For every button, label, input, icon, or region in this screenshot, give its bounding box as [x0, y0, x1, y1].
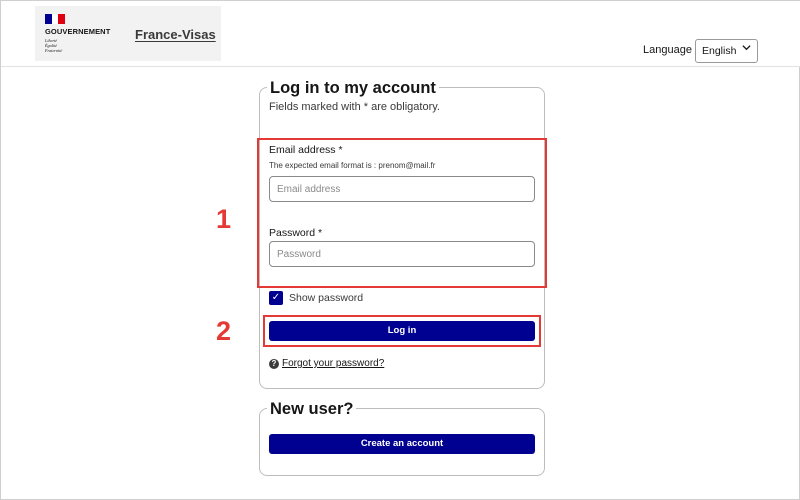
show-password-label[interactable]: Show password — [289, 292, 363, 304]
site-header: GOUVERNEMENT Liberté Égalité Fraternité … — [1, 1, 800, 67]
language-select[interactable]: English — [695, 39, 758, 63]
chevron-down-icon — [742, 43, 751, 55]
required-fields-note: Fields marked with * are obligatory. — [269, 101, 440, 113]
government-brand[interactable]: GOUVERNEMENT Liberté Égalité Fraternité … — [35, 6, 221, 61]
login-title: Log in to my account — [267, 78, 439, 98]
new-user-fieldset: New user? Create an account — [259, 399, 545, 476]
annotation-box-2 — [263, 315, 541, 347]
new-user-title: New user? — [267, 399, 357, 419]
help-circle-icon: ? — [269, 359, 279, 369]
forgot-password-link[interactable]: Forgot your password? — [282, 358, 384, 369]
language-selected-value: English — [702, 45, 737, 57]
language-label: Language : — [643, 44, 699, 56]
create-account-button[interactable]: Create an account — [269, 434, 535, 454]
government-name: GOUVERNEMENT — [45, 27, 111, 36]
republic-motto: Liberté Égalité Fraternité — [45, 38, 63, 53]
site-title-link[interactable]: France-Visas — [135, 27, 216, 42]
french-flag-icon — [45, 14, 66, 24]
annotation-box-1 — [257, 138, 547, 288]
show-password-checkbox[interactable]: ✓ — [269, 291, 283, 305]
annotation-number-1: 1 — [216, 204, 232, 234]
annotation-number-2: 2 — [216, 316, 232, 346]
